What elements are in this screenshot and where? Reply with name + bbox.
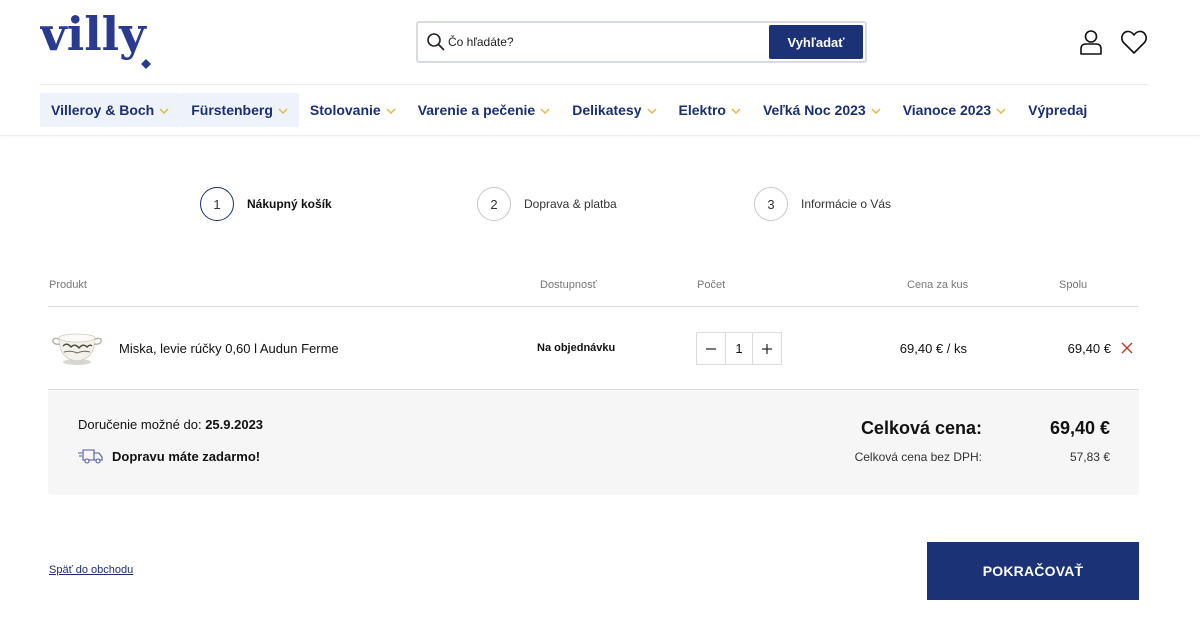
nav-item-delikatesy[interactable]: Delikatesy [561, 93, 667, 127]
back-to-shop-link[interactable]: Späť do obchodu [49, 564, 133, 576]
product-thumbnail[interactable] [49, 326, 105, 368]
chevron-down-icon [386, 108, 396, 114]
column-header-total: Spolu [1059, 279, 1088, 291]
nav-item-vianoce[interactable]: Vianoce 2023 [892, 93, 1017, 127]
free-shipping-note: Dopravu máte zadarmo! [112, 449, 261, 464]
table-header-divider [48, 306, 1139, 307]
step-shipping-payment: 2 Doprava & platba [477, 187, 617, 221]
chevron-down-icon [646, 108, 657, 114]
nav-label: Varenie a pečenie [417, 102, 536, 118]
quantity-value[interactable]: 1 [725, 333, 753, 364]
chevron-down-icon [871, 108, 881, 114]
column-header-availability: Dostupnosť [540, 279, 597, 291]
chevron-down-icon [159, 108, 169, 114]
nav-label: Fürstenberg [191, 102, 273, 118]
remove-item-icon[interactable] [1120, 341, 1134, 355]
nav-label: Elektro [678, 102, 726, 118]
column-header-product: Produkt [49, 279, 87, 291]
availability-status: Na objednávku [537, 342, 616, 354]
row-total: 69,40 € [1067, 341, 1111, 356]
nav-label: Stolovanie [309, 102, 381, 118]
increase-quantity-button[interactable] [753, 333, 781, 364]
step-number: 2 [477, 187, 511, 221]
chevron-down-icon [278, 108, 288, 114]
total-price-value: 69,40 € [1049, 418, 1110, 438]
step-number: 3 [754, 187, 788, 221]
villy-logo[interactable]: villy [40, 10, 182, 70]
nav-item-stolovanie[interactable]: Stolovanie [299, 93, 407, 127]
nav-label: Veľká Noc 2023 [762, 102, 866, 118]
delivery-date: 25.9.2023 [205, 417, 264, 432]
unit-price: 69,40 € / ks [899, 341, 967, 356]
nav-label: Výpredaj [1028, 102, 1088, 118]
step-label: Informácie o Vás [801, 197, 892, 211]
step-number: 1 [200, 187, 234, 221]
delivery-label: Doručenie možné do: [78, 417, 202, 432]
search-bar: Vyhľadať [416, 21, 867, 63]
nav-item-elektro[interactable]: Elektro [668, 93, 752, 127]
cart-summary: Doručenie možné do: 25.9.2023 Dopravu má… [48, 390, 1139, 495]
main-navigation: Villeroy & Boch Fürstenberg Stolovanie V… [40, 93, 1098, 127]
search-icon [427, 33, 445, 51]
nav-label: Villeroy & Boch [51, 102, 155, 118]
chevron-down-icon [540, 108, 550, 114]
step-cart: 1 Nákupný košík [200, 187, 332, 221]
step-customer-info: 3 Informácie o Vás [754, 187, 891, 221]
total-price-label: Celková cena: [860, 418, 982, 438]
net-price-label: Celková cena bez DPH: [854, 450, 982, 464]
nav-item-velka-noc[interactable]: Veľká Noc 2023 [752, 93, 892, 127]
heart-icon[interactable] [1120, 29, 1148, 55]
net-price-value: 57,83 € [1069, 450, 1110, 464]
column-header-quantity: Počet [697, 279, 726, 291]
continue-button[interactable]: POKRAČOVAŤ [927, 542, 1139, 600]
step-label: Nákupný košík [247, 197, 332, 211]
nav-item-villeroy-boch[interactable]: Villeroy & Boch [40, 93, 181, 127]
step-label: Doprava & platba [524, 197, 617, 211]
site-header: villy Vyhľadať Villeroy & Boch Fürstenbe… [0, 0, 1200, 136]
nav-label: Delikatesy [572, 102, 642, 118]
column-header-unit-price: Cena za kus [907, 279, 969, 291]
plus-icon [762, 343, 772, 354]
user-account-icon[interactable] [1077, 28, 1105, 56]
nav-item-varenie[interactable]: Varenie a pečenie [407, 93, 562, 127]
delivery-info: Doručenie možné do: 25.9.2023 [78, 417, 263, 432]
logo-text: villy [40, 10, 147, 61]
nav-label: Vianoce 2023 [902, 102, 992, 118]
search-input[interactable] [448, 29, 748, 55]
product-name[interactable]: Miska, levie rúčky 0,60 l Audun Ferme [119, 341, 339, 356]
chevron-down-icon [731, 108, 741, 114]
delivery-truck-icon [78, 449, 103, 464]
header-divider [40, 84, 1148, 85]
minus-icon [706, 347, 716, 350]
decrease-quantity-button[interactable] [697, 333, 725, 364]
nav-item-vypredaj[interactable]: Výpredaj [1017, 93, 1098, 127]
chevron-down-icon [996, 108, 1006, 114]
quantity-stepper: 1 [696, 332, 782, 365]
search-button[interactable]: Vyhľadať [769, 25, 863, 59]
nav-item-furstenberg[interactable]: Fürstenberg [180, 93, 299, 127]
